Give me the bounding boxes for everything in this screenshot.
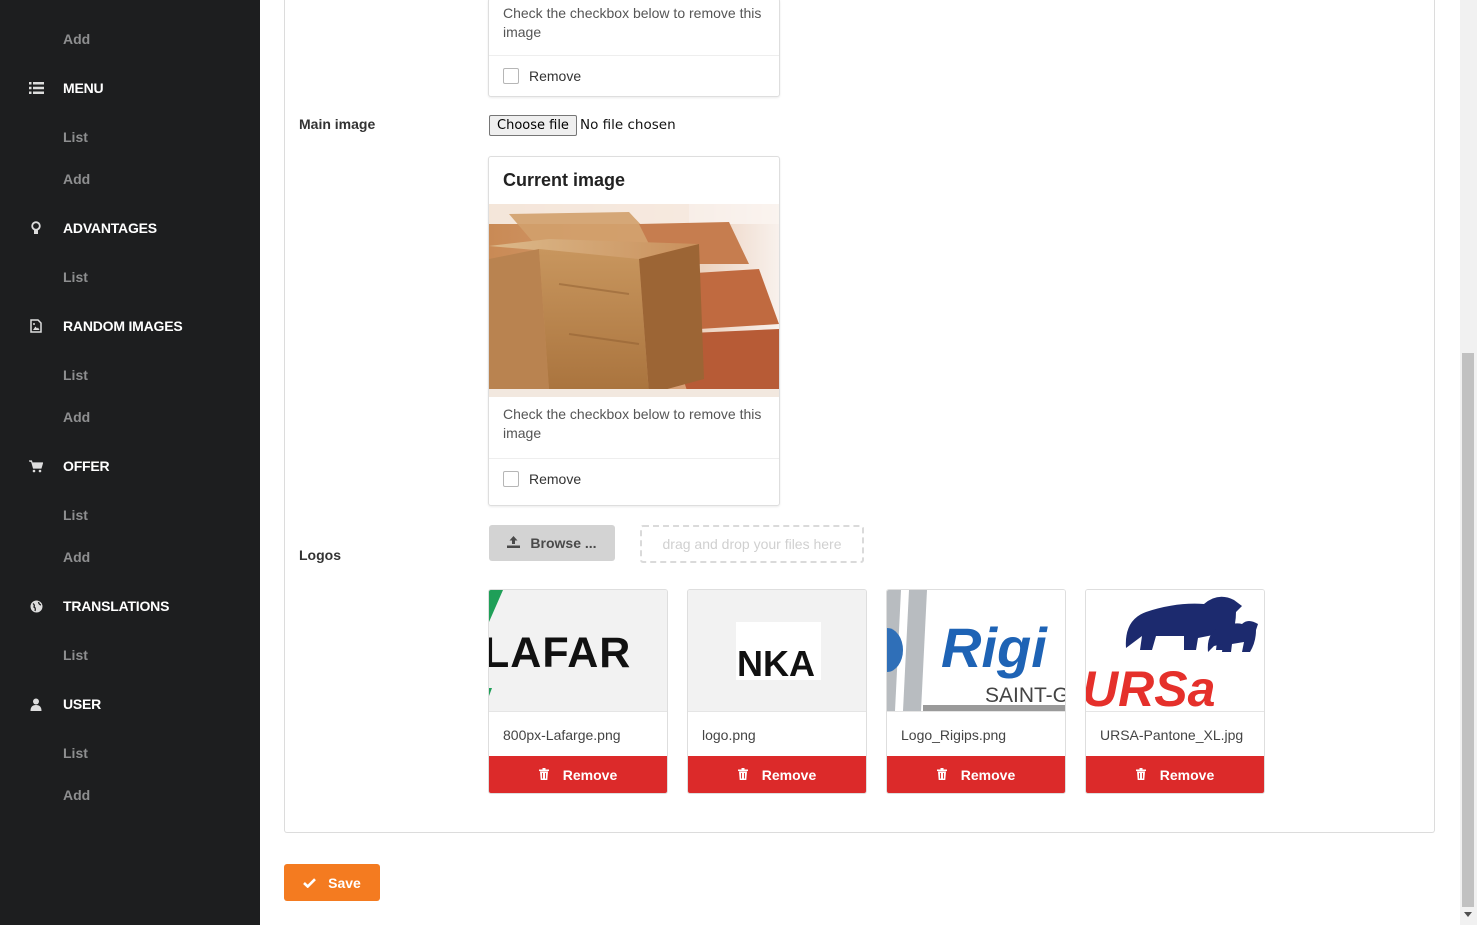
image-file-icon	[28, 318, 44, 334]
current-image-card: Current image Check the checkbox below t…	[488, 156, 780, 506]
remove-checkbox-label: Remove	[529, 471, 582, 487]
sidebar-item-menu-list[interactable]: List	[63, 129, 88, 145]
sidebar-section-label: MENU	[63, 80, 104, 96]
check-icon	[303, 875, 317, 891]
svg-text:URSa: URSa	[1086, 661, 1215, 711]
remove-checkbox-row[interactable]: Remove	[489, 459, 779, 499]
sidebar-section-translations[interactable]: TRANSLATIONS	[0, 596, 260, 616]
remove-hint: Check the checkbox below to remove this …	[503, 406, 762, 441]
remove-logo-button[interactable]: Remove	[1086, 756, 1264, 793]
remove-logo-button[interactable]: Remove	[887, 756, 1065, 793]
logo-filename: URSA-Pantone_XL.jpg	[1100, 727, 1244, 743]
file-dropzone[interactable]: drag and drop your files here	[640, 525, 864, 563]
main-image-label: Main image	[299, 116, 376, 132]
trash-icon	[936, 767, 947, 783]
dropzone-text: drag and drop your files here	[662, 536, 842, 552]
sidebar-section-label: USER	[63, 696, 102, 712]
logo-filename: 800px-Lafarge.png	[503, 727, 621, 743]
svg-text:Rigi: Rigi	[941, 616, 1048, 679]
trash-icon	[538, 767, 549, 783]
svg-text:SAINT-G: SAINT-G	[985, 684, 1065, 707]
browse-label: Browse ...	[530, 535, 597, 551]
logo-filename: logo.png	[702, 727, 756, 743]
browse-button[interactable]: Browse ...	[489, 525, 615, 561]
logos-label: Logos	[299, 547, 341, 563]
logo-preview: URSa	[1086, 590, 1264, 712]
save-label: Save	[328, 874, 361, 891]
logo-filename: Logo_Rigips.png	[901, 727, 1007, 743]
sidebar-item-random-images-list[interactable]: List	[63, 367, 88, 383]
cart-icon	[28, 458, 44, 474]
svg-text:NKA: NKA	[737, 643, 815, 684]
sidebar-item-add[interactable]: Add	[63, 31, 90, 47]
remove-checkbox-row[interactable]: Remove	[489, 56, 779, 96]
user-icon	[28, 696, 44, 712]
logo-preview: NKA	[688, 590, 866, 712]
sidebar-section-offer[interactable]: OFFER	[0, 456, 260, 476]
save-button[interactable]: Save	[284, 864, 380, 901]
sidebar-section-menu[interactable]: MENU	[0, 78, 260, 98]
remove-checkbox[interactable]	[503, 471, 519, 487]
globe-icon	[28, 598, 44, 614]
remove-hint: Check the checkbox below to remove this …	[503, 5, 762, 40]
remove-logo-label: Remove	[1159, 766, 1215, 783]
logo-card: Rigi SAINT-G Logo_Rigips.png Remove	[886, 589, 1066, 794]
sidebar-section-label: OFFER	[63, 458, 110, 474]
choose-file-button[interactable]: Choose file	[489, 115, 577, 136]
sidebar-section-user[interactable]: USER	[0, 694, 260, 714]
remove-logo-button[interactable]: Remove	[489, 756, 667, 793]
sidebar-section-label: RANDOM IMAGES	[63, 318, 183, 334]
sidebar-section-random-images[interactable]: RANDOM IMAGES	[0, 316, 260, 336]
sidebar-item-offer-add[interactable]: Add	[63, 549, 90, 565]
logo-preview: Rigi SAINT-G	[887, 590, 1065, 712]
logo-card: LAFAR 800px-Lafarge.png Remove	[488, 589, 668, 794]
sidebar-item-user-list[interactable]: List	[63, 745, 88, 761]
sidebar: Add MENU List Add ADVANTAGES List RANDOM…	[0, 0, 260, 925]
remove-logo-button[interactable]: Remove	[688, 756, 866, 793]
scroll-down-arrow-icon[interactable]	[1464, 912, 1472, 917]
list-icon	[28, 80, 44, 96]
sidebar-section-label: ADVANTAGES	[63, 220, 157, 236]
sidebar-item-offer-list[interactable]: List	[63, 507, 88, 523]
logo-card: URSa URSA-Pantone_XL.jpg Remove	[1085, 589, 1265, 794]
remove-logo-label: Remove	[761, 766, 817, 783]
sidebar-item-translations-list[interactable]: List	[63, 647, 88, 663]
sidebar-item-random-images-add[interactable]: Add	[63, 409, 90, 425]
sidebar-section-advantages[interactable]: ADVANTAGES	[0, 218, 260, 238]
sidebar-item-advantages-list[interactable]: List	[63, 269, 88, 285]
remove-logo-label: Remove	[562, 766, 618, 783]
remove-logo-label: Remove	[960, 766, 1016, 783]
lightbulb-icon	[28, 220, 44, 236]
scrollbar-thumb[interactable]	[1462, 353, 1474, 907]
sidebar-item-menu-add[interactable]: Add	[63, 171, 90, 187]
logo-preview: LAFAR	[489, 590, 667, 712]
upload-icon	[507, 535, 521, 551]
current-image-preview	[489, 204, 779, 397]
logo-card: NKA logo.png Remove	[687, 589, 867, 794]
previous-image-card: Check the checkbox below to remove this …	[488, 0, 780, 97]
sidebar-section-label: TRANSLATIONS	[63, 598, 170, 614]
sidebar-item-user-add[interactable]: Add	[63, 787, 90, 803]
svg-text:LAFAR: LAFAR	[489, 629, 631, 677]
page-scrollbar[interactable]	[1460, 0, 1477, 925]
trash-icon	[1135, 767, 1146, 783]
remove-checkbox-label: Remove	[529, 68, 582, 84]
file-status-text: No file chosen	[580, 117, 676, 133]
remove-checkbox[interactable]	[503, 68, 519, 84]
current-image-title: Current image	[503, 170, 626, 190]
trash-icon	[737, 767, 748, 783]
